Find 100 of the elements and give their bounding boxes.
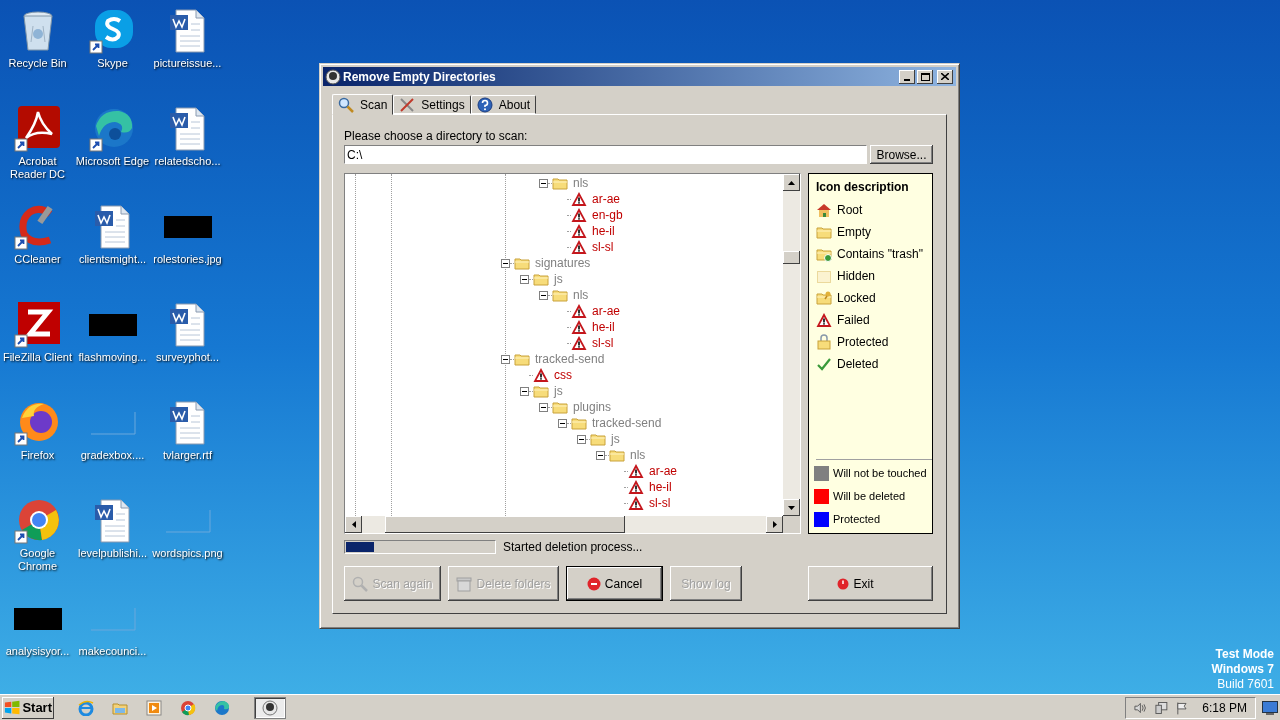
- stop-icon: [586, 576, 601, 591]
- legend-label: Will be deleted: [833, 488, 906, 504]
- collapse-toggle[interactable]: [501, 258, 510, 268]
- tree-item[interactable]: nls: [630, 448, 646, 462]
- desktop-icon-label: pictureissue...: [153, 57, 222, 70]
- flag-icon[interactable]: [1175, 700, 1189, 715]
- search-icon: [338, 96, 354, 113]
- start-button[interactable]: Start: [2, 696, 54, 719]
- desktop-icon[interactable]: Recycle Bin: [0, 6, 75, 98]
- network-icon[interactable]: [1154, 700, 1168, 715]
- desktop-icon[interactable]: surveyphot...: [150, 300, 225, 392]
- dotted-folder-icon: [816, 268, 832, 284]
- folder-plus-icon: [816, 246, 832, 262]
- desktop-icon[interactable]: Firefox: [0, 398, 75, 490]
- desktop-icon[interactable]: levelpublishi...: [75, 496, 150, 588]
- scroll-left-button[interactable]: [345, 516, 362, 533]
- desktop-icon[interactable]: flashmoving...: [75, 300, 150, 392]
- scroll-thumb[interactable]: [385, 516, 625, 533]
- desktop-icon-label: gradexbox....: [80, 449, 145, 462]
- browser-icon: [214, 699, 230, 716]
- scroll-right-button[interactable]: [766, 516, 783, 533]
- maximize-button[interactable]: [917, 69, 933, 84]
- collapse-toggle[interactable]: [501, 354, 510, 364]
- cancel-button[interactable]: Cancel: [566, 566, 663, 601]
- tree-item[interactable]: tracked-send: [535, 352, 605, 366]
- directory-field[interactable]: C:\: [344, 145, 867, 164]
- tab[interactable]: Scan: [332, 94, 394, 115]
- desktop-icon[interactable]: pictureissue...: [150, 6, 225, 98]
- taskbar-button[interactable]: [254, 696, 286, 719]
- desktop-icon-label: Microsoft Edge: [75, 155, 150, 168]
- tree-item[interactable]: sl-sl: [592, 240, 614, 254]
- warning-icon: [816, 312, 832, 328]
- desktop-icon[interactable]: Acrobat Reader DC: [0, 104, 75, 196]
- tree-item[interactable]: plugins: [573, 400, 612, 414]
- tree-item[interactable]: en-gb: [592, 208, 623, 222]
- show-desktop-icon[interactable]: [1262, 700, 1278, 715]
- desktop-icon[interactable]: Google Chrome: [0, 496, 75, 588]
- tree-item[interactable]: sl-sl: [592, 336, 614, 350]
- close-icon: [941, 73, 949, 80]
- tree-item[interactable]: he-il: [592, 224, 615, 238]
- collapse-toggle[interactable]: [539, 290, 548, 300]
- desktop-icon[interactable]: Skype: [75, 6, 150, 98]
- scroll-down-button[interactable]: [783, 499, 800, 516]
- collapse-toggle[interactable]: [520, 386, 529, 396]
- desktop-icon[interactable]: rolestories.jpg: [150, 202, 225, 294]
- desktop-icon-label: Skype: [97, 57, 128, 70]
- exit-button[interactable]: Exit: [808, 566, 933, 601]
- tree-item[interactable]: nls: [573, 176, 589, 190]
- desktop-icon[interactable]: tvlarger.rtf: [150, 398, 225, 490]
- tab[interactable]: Settings: [393, 95, 471, 114]
- tree-item[interactable]: sl-sl: [649, 496, 671, 510]
- collapse-toggle[interactable]: [558, 418, 567, 428]
- desktop-icon[interactable]: analysisyor...: [0, 594, 75, 686]
- house-icon: [816, 202, 832, 218]
- tree-item[interactable]: js: [554, 384, 563, 398]
- desktop-icon[interactable]: FileZilla Client: [0, 300, 75, 392]
- tree-item[interactable]: tracked-send: [592, 416, 662, 430]
- desktop-icon[interactable]: makecounci...: [75, 594, 150, 686]
- test-mode-text: Windows 7: [1211, 662, 1274, 677]
- tree-item[interactable]: ar-ae: [649, 464, 677, 478]
- tree-item[interactable]: css: [554, 368, 572, 382]
- vertical-scrollbar[interactable]: [783, 174, 800, 516]
- close-button[interactable]: [937, 69, 953, 84]
- minimize-button[interactable]: [899, 69, 915, 84]
- tree-item[interactable]: he-il: [592, 320, 615, 334]
- desktop-icon-label: Firefox: [20, 449, 55, 462]
- collapse-toggle[interactable]: [539, 178, 548, 188]
- tree-item[interactable]: he-il: [649, 480, 672, 494]
- volume-icon[interactable]: [1134, 700, 1147, 715]
- desktop-icon[interactable]: relatedscho...: [150, 104, 225, 196]
- tree-item[interactable]: nls: [573, 288, 589, 302]
- collapse-toggle[interactable]: [596, 450, 605, 460]
- horizontal-scrollbar[interactable]: [345, 516, 783, 533]
- scroll-up-button[interactable]: [783, 174, 800, 191]
- scroll-thumb[interactable]: [783, 251, 800, 264]
- desktop-icon[interactable]: clientsmight...: [75, 202, 150, 294]
- window-title: Remove Empty Directories: [343, 68, 497, 86]
- browser-icon: [78, 699, 94, 716]
- check-icon: [816, 356, 832, 372]
- collapse-toggle[interactable]: [520, 274, 529, 284]
- tree-item[interactable]: ar-ae: [592, 304, 620, 318]
- desktop-icon[interactable]: Microsoft Edge: [75, 104, 150, 196]
- clock[interactable]: 6:18 PM: [1202, 698, 1247, 717]
- desktop-icon[interactable]: CCleaner: [0, 202, 75, 294]
- tab[interactable]: About: [470, 95, 537, 114]
- legend-label: Protected: [833, 511, 881, 527]
- tree-item[interactable]: js: [611, 432, 620, 446]
- collapse-toggle[interactable]: [577, 434, 586, 444]
- desktop-icon-label: tvlarger.rtf: [163, 449, 212, 462]
- collapse-toggle[interactable]: [539, 402, 548, 412]
- legend-label: Hidden: [837, 268, 876, 285]
- desktop-icon-label: wordspics.png: [152, 547, 223, 560]
- folder-icon: [816, 224, 832, 240]
- tree-item[interactable]: js: [554, 272, 563, 286]
- tree-item[interactable]: signatures: [535, 256, 591, 270]
- desktop-icon[interactable]: gradexbox....: [75, 398, 150, 490]
- desktop-icon[interactable]: wordspics.png: [150, 496, 225, 588]
- browse-button[interactable]: Browse...: [870, 145, 933, 164]
- tree-item[interactable]: ar-ae: [592, 192, 620, 206]
- tools-icon: [399, 96, 416, 113]
